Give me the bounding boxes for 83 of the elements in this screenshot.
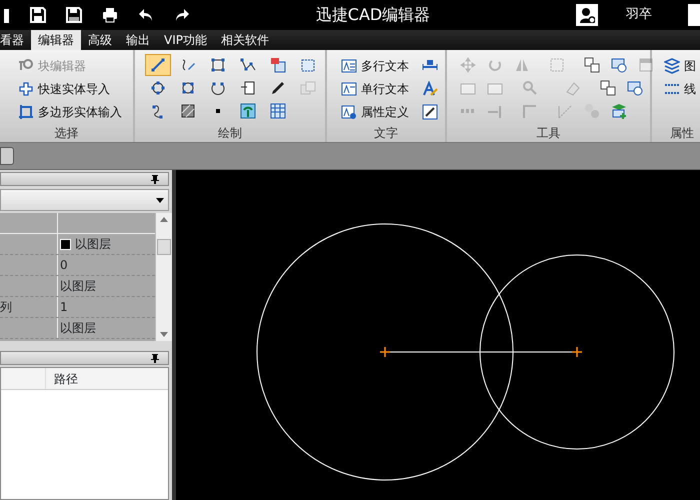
user-icon bbox=[579, 7, 595, 23]
dots-icon bbox=[460, 109, 476, 113]
menu-tab[interactable]: 相关软件 bbox=[214, 30, 276, 50]
window-title: 迅捷CAD编辑器 bbox=[316, 5, 430, 24]
block-insert-icon bbox=[270, 57, 286, 73]
eraser-icon bbox=[565, 80, 581, 96]
caret-icon bbox=[156, 196, 164, 204]
polygon-frame-icon bbox=[18, 104, 34, 120]
save-pdf-icon[interactable] bbox=[66, 7, 82, 23]
brush-icon bbox=[270, 80, 286, 96]
corner-icon bbox=[522, 103, 538, 119]
move-icon bbox=[460, 57, 476, 73]
tab-button[interactable] bbox=[0, 147, 14, 165]
menu-tab[interactable]: 编辑器 bbox=[31, 30, 81, 50]
group-label: 文字 bbox=[373, 125, 399, 142]
property-value: 0 bbox=[60, 256, 68, 274]
dropdown[interactable] bbox=[0, 189, 169, 211]
pin-icon bbox=[150, 174, 160, 184]
menu-tab[interactable]: 看器 bbox=[0, 30, 31, 50]
hatch-icon bbox=[180, 103, 196, 119]
point-marker bbox=[571, 346, 583, 358]
document-icon[interactable] bbox=[4, 7, 10, 23]
edit-icon bbox=[422, 104, 438, 120]
panel-icon bbox=[638, 57, 654, 73]
polyline-icon bbox=[240, 57, 256, 73]
group-label: 选择 bbox=[54, 125, 80, 142]
property-value: 以图层 bbox=[60, 278, 96, 294]
property-value: 1 bbox=[60, 298, 68, 316]
group-label: 绘制 bbox=[217, 125, 243, 142]
arc-icon bbox=[210, 80, 226, 96]
scroll-thumb[interactable] bbox=[157, 239, 171, 255]
user-name[interactable]: 羽卒 bbox=[620, 4, 658, 26]
menu-tab[interactable]: 高级 bbox=[81, 30, 119, 50]
bar-icon bbox=[487, 103, 503, 119]
pin-icon bbox=[150, 353, 160, 363]
corner-icon bbox=[557, 103, 573, 119]
point-marker bbox=[379, 346, 391, 358]
ribbon-button[interactable]: 图 bbox=[662, 54, 698, 77]
circle-icon bbox=[180, 80, 196, 96]
column-header: 路径 bbox=[53, 371, 78, 388]
layer-add-icon bbox=[611, 103, 627, 119]
squares-icon bbox=[600, 80, 616, 96]
scrollbar[interactable] bbox=[155, 213, 172, 341]
table-icon bbox=[270, 103, 286, 119]
redo-icon[interactable] bbox=[174, 7, 190, 23]
rectangle-icon bbox=[549, 57, 565, 73]
ribbon-button[interactable]: 线 bbox=[662, 77, 698, 100]
print-icon[interactable] bbox=[102, 7, 118, 23]
monitor-clock-icon bbox=[627, 80, 643, 96]
scroll-down-icon[interactable] bbox=[160, 332, 168, 337]
group-label: 工具 bbox=[536, 125, 562, 142]
curve-pen-icon bbox=[180, 57, 196, 73]
menu-tab[interactable]: 输出 bbox=[119, 30, 157, 50]
ribbon-button[interactable]: 单行文本 bbox=[339, 77, 411, 100]
rectangle-icon bbox=[210, 57, 226, 73]
page-icon bbox=[240, 80, 256, 96]
squares-icon bbox=[584, 57, 600, 73]
circle-icon bbox=[150, 80, 166, 96]
menu-tab[interactable]: VIP功能 bbox=[157, 30, 214, 50]
plus-icon bbox=[18, 80, 34, 96]
group-label: 属性 bbox=[669, 125, 695, 142]
property-value: 以图层 bbox=[75, 236, 111, 252]
user-button[interactable] bbox=[576, 4, 598, 26]
property-name: 列 bbox=[0, 300, 12, 314]
property-value: 以图层 bbox=[60, 320, 96, 336]
ribbon-button[interactable]: 快速实体导入 bbox=[16, 77, 124, 100]
line-icon bbox=[150, 57, 166, 73]
circles-icon bbox=[584, 103, 600, 119]
save-icon[interactable] bbox=[30, 7, 46, 23]
mirror-icon bbox=[514, 57, 530, 73]
ribbon-button[interactable]: 多行文本 bbox=[339, 54, 411, 77]
undo-icon[interactable] bbox=[138, 7, 154, 23]
scroll-up-icon[interactable] bbox=[160, 217, 168, 222]
monitor-clock-icon bbox=[611, 57, 627, 73]
text-style-icon bbox=[422, 80, 438, 96]
text-gear-icon bbox=[341, 104, 357, 120]
copy-icon bbox=[300, 80, 316, 96]
ribbon-button[interactable]: 属性定义 bbox=[339, 100, 411, 123]
zoom-icon bbox=[522, 80, 538, 96]
text-block-icon bbox=[341, 58, 357, 74]
ribbon-button[interactable]: 多边形实体输入 bbox=[16, 100, 124, 123]
window-select-icon bbox=[300, 57, 316, 73]
layers-icon bbox=[664, 58, 680, 74]
